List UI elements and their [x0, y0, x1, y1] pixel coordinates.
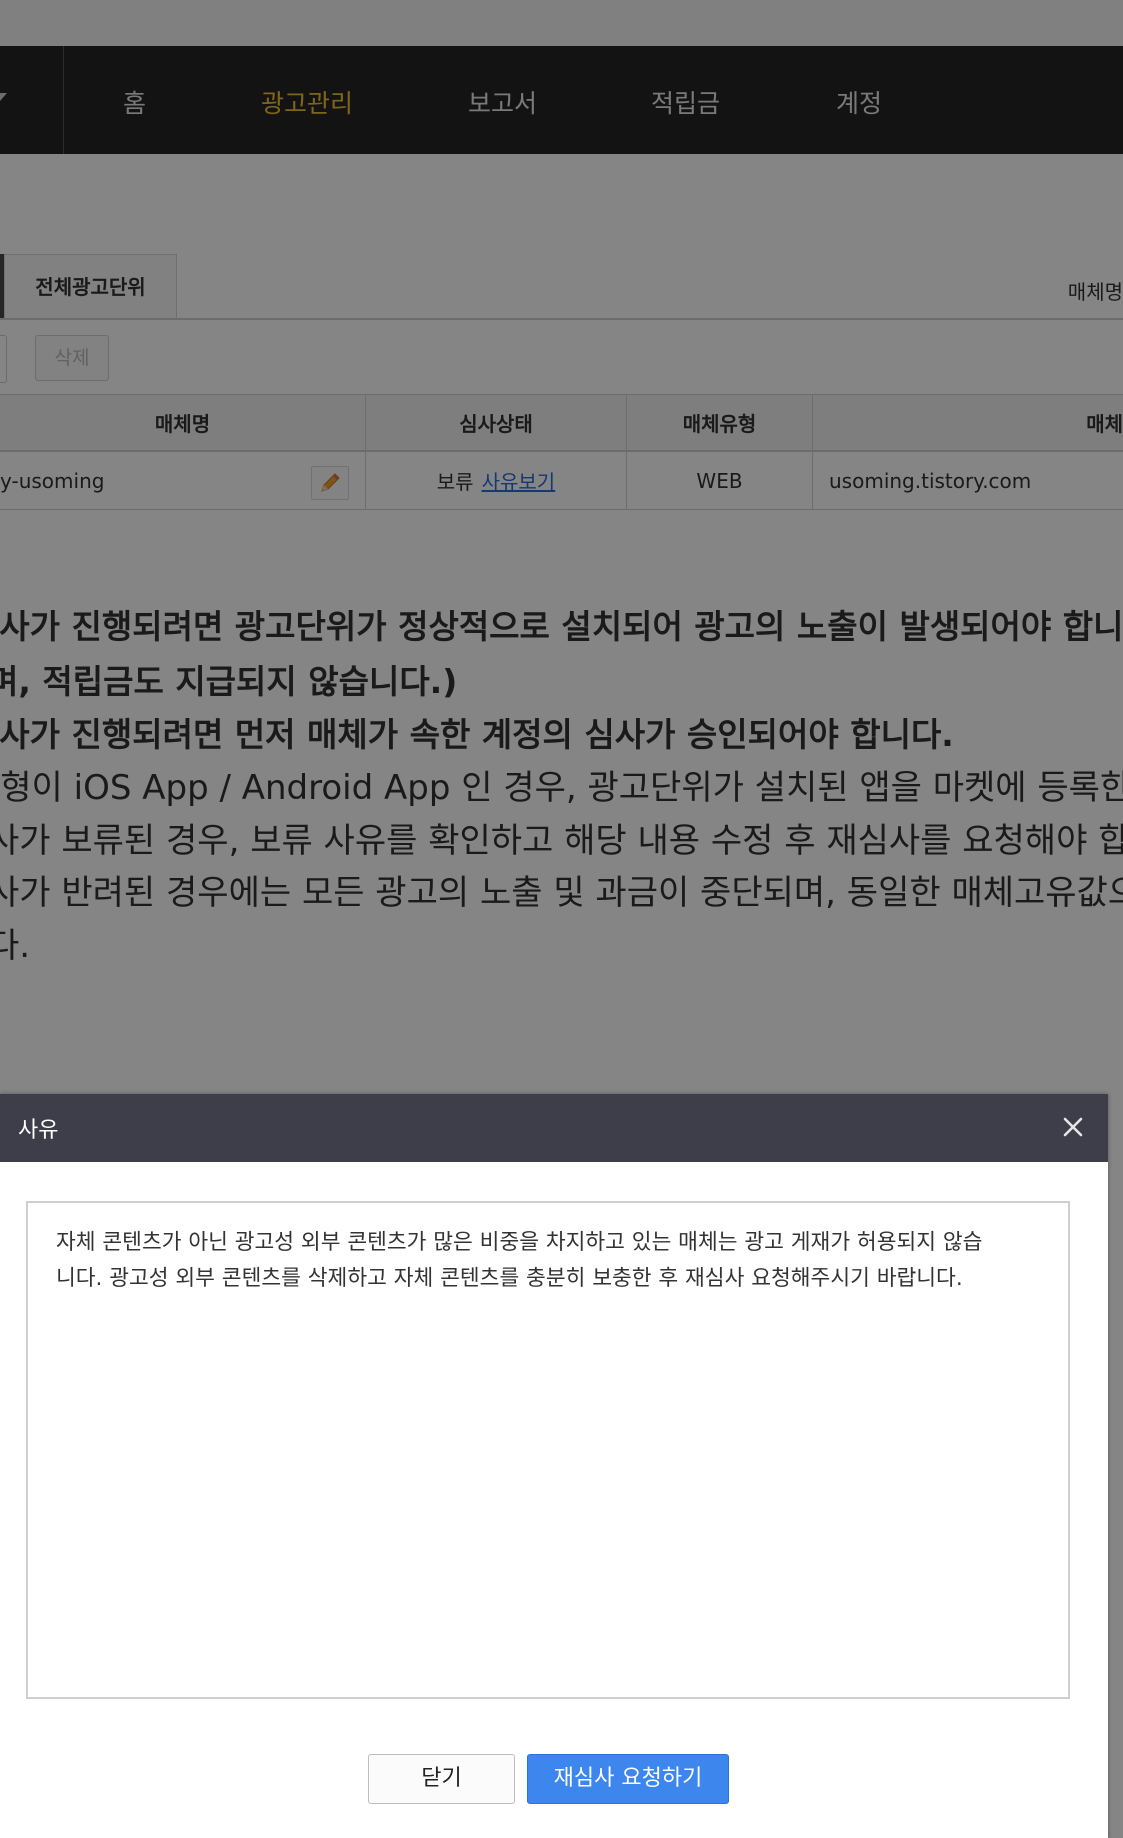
modal-title: 사유: [18, 1118, 59, 1143]
close-icon[interactable]: [1056, 1110, 1090, 1144]
reason-text-line-2: 니다. 광고성 외부 콘텐츠를 삭제하고 자체 콘텐츠를 충분히 보충한 후 재…: [56, 1266, 963, 1291]
reason-text-box: 자체 콘텐츠가 아닌 광고성 외부 콘텐츠가 많은 비중을 차지하고 있는 매체…: [26, 1201, 1070, 1699]
reason-modal: 사유 자체 콘텐츠가 아닌 광고성 외부 콘텐츠가 많은 비중을 차지하고 있는…: [0, 1094, 1108, 1838]
modal-header: 사유: [0, 1094, 1108, 1162]
request-rereview-button[interactable]: 재심사 요청하기: [527, 1754, 729, 1804]
reason-text-line-1: 자체 콘텐츠가 아닌 광고성 외부 콘텐츠가 많은 비중을 차지하고 있는 매체…: [56, 1230, 983, 1255]
close-button[interactable]: 닫기: [368, 1754, 515, 1804]
